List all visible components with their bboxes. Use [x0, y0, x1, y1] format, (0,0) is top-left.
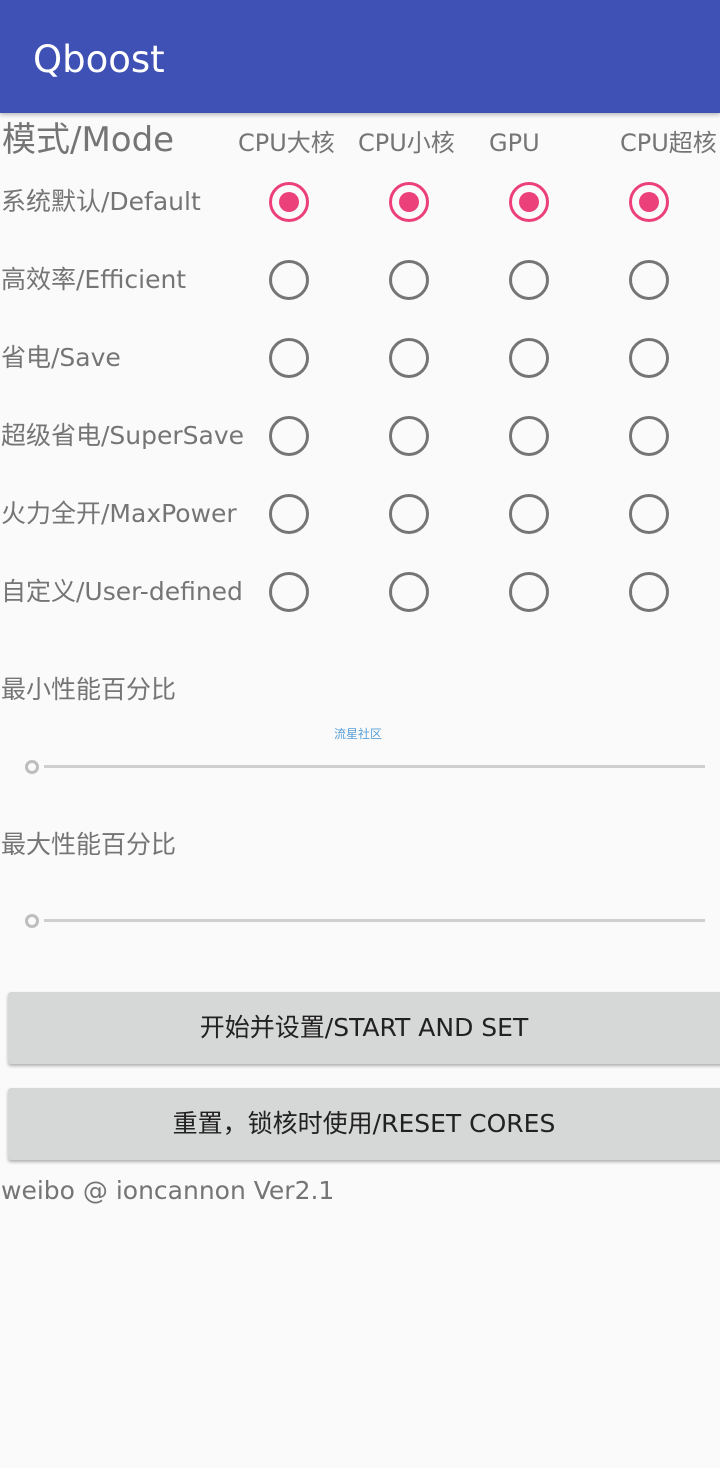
mode-row-label-supersave: 超级省电/SuperSave: [1, 421, 245, 450]
radio-efficient-cpu-little[interactable]: [389, 260, 429, 300]
watermark-text: 流星社区: [334, 727, 383, 741]
radio-supersave-cpu-prime[interactable]: [629, 416, 669, 456]
radio-user-defined-cpu-big[interactable]: [269, 572, 309, 612]
radio-default-cpu-prime[interactable]: [629, 182, 669, 222]
radio-maxpower-gpu[interactable]: [509, 494, 549, 534]
mode-row-label-efficient: 高效率/Efficient: [1, 265, 187, 294]
radio-default-gpu[interactable]: [509, 182, 549, 222]
app-title: Qboost: [33, 38, 165, 81]
radio-efficient-cpu-prime[interactable]: [629, 260, 669, 300]
max-performance-label: 最大性能百分比: [1, 830, 177, 859]
column-header-cpu-big: CPU大核: [238, 129, 335, 157]
column-header-cpu-little: CPU小核: [358, 129, 455, 157]
radio-efficient-cpu-big[interactable]: [269, 260, 309, 300]
radio-supersave-cpu-big[interactable]: [269, 416, 309, 456]
reset-cores-button[interactable]: 重置，锁核时使用/RESET CORES: [8, 1088, 720, 1160]
min-performance-slider-track[interactable]: [44, 765, 705, 768]
radio-save-cpu-little[interactable]: [389, 338, 429, 378]
app-bar: Qboost: [0, 0, 720, 113]
radio-supersave-gpu[interactable]: [509, 416, 549, 456]
mode-row-label-save: 省电/Save: [1, 343, 121, 372]
start-and-set-button[interactable]: 开始并设置/START AND SET: [8, 992, 720, 1064]
max-performance-slider-thumb[interactable]: [25, 914, 39, 928]
radio-user-defined-cpu-little[interactable]: [389, 572, 429, 612]
max-performance-slider-track[interactable]: [44, 919, 705, 922]
radio-default-cpu-big[interactable]: [269, 182, 309, 222]
radio-supersave-cpu-little[interactable]: [389, 416, 429, 456]
mode-row-label-default: 系统默认/Default: [1, 187, 201, 216]
radio-user-defined-gpu[interactable]: [509, 572, 549, 612]
radio-maxpower-cpu-big[interactable]: [269, 494, 309, 534]
radio-default-cpu-little[interactable]: [389, 182, 429, 222]
min-performance-label: 最小性能百分比: [1, 675, 177, 704]
mode-header: 模式/Mode: [2, 120, 175, 160]
radio-maxpower-cpu-prime[interactable]: [629, 494, 669, 534]
column-header-gpu: GPU: [489, 129, 540, 157]
mode-row-label-maxpower: 火力全开/MaxPower: [1, 499, 237, 528]
mode-row-label-user-defined: 自定义/User-defined: [1, 577, 243, 606]
column-header-cpu-prime: CPU超核: [620, 129, 717, 157]
radio-maxpower-cpu-little[interactable]: [389, 494, 429, 534]
footer-version-text: weibo @ ioncannon Ver2.1: [1, 1176, 335, 1205]
radio-save-gpu[interactable]: [509, 338, 549, 378]
radio-save-cpu-prime[interactable]: [629, 338, 669, 378]
min-performance-slider-thumb[interactable]: [25, 760, 39, 774]
radio-efficient-gpu[interactable]: [509, 260, 549, 300]
radio-save-cpu-big[interactable]: [269, 338, 309, 378]
radio-user-defined-cpu-prime[interactable]: [629, 572, 669, 612]
